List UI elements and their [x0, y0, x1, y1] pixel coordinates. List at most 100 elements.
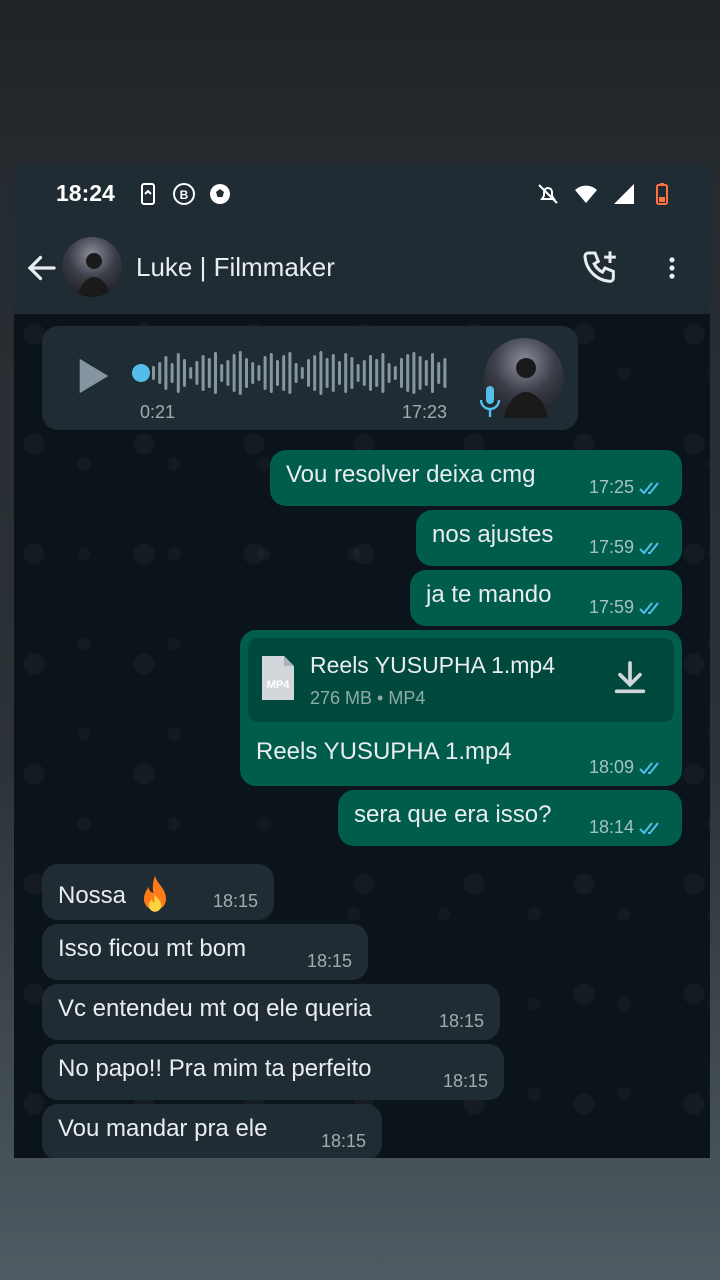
phone-screen: 18:24 B Luke | Filmmaker 0:21 17:23 Vou …: [14, 166, 710, 1158]
waveform-bar: [300, 367, 304, 379]
waveform-bar: [238, 351, 242, 395]
message-bubble-incoming[interactable]: Isso ficou mt bom 18:15: [42, 924, 368, 980]
message-bubble-incoming[interactable]: Vc entendeu mt oq ele queria 18:15: [42, 984, 500, 1040]
waveform-bar: [164, 356, 168, 390]
message-meta: 18:15: [321, 1131, 366, 1152]
business-app-icon: B: [173, 183, 195, 205]
waveform-bar: [158, 362, 162, 384]
message-text: nos ajustes: [432, 520, 554, 548]
message-text: Vc entendeu mt oq ele queria: [58, 994, 372, 1022]
message-meta: 17:59: [589, 597, 666, 618]
message-time: 18:15: [320, 1131, 366, 1151]
double-check-icon: [639, 541, 659, 554]
status-bar: 18:24 B: [14, 166, 710, 222]
message-time: 17:59: [588, 537, 634, 557]
message-text: Nossa: [58, 882, 127, 909]
arrow-left-icon[interactable]: [24, 250, 60, 286]
message-text: ja te mando: [426, 580, 552, 608]
double-check-icon: [639, 481, 659, 494]
waveform-bar: [282, 355, 286, 391]
waveform-bar: [189, 367, 193, 379]
video-file-icon: MP4: [262, 656, 294, 700]
waveform-bar: [251, 362, 255, 384]
file-attachment-card[interactable]: MP4 Reels YUSUPHA 1.mp4 276 MB • MP4: [248, 638, 674, 722]
more-vertical-icon[interactable]: [658, 250, 686, 286]
message-meta: 17:59: [589, 537, 666, 558]
waveform-bar: [195, 361, 199, 385]
waveform-bar: [276, 360, 279, 386]
waveform-bar: [431, 353, 434, 393]
waveform-bar: [257, 365, 261, 381]
waveform-bar: [232, 354, 236, 392]
double-check-icon: [639, 821, 659, 834]
waveform-bar: [294, 363, 298, 383]
waveform-bar: [152, 366, 155, 380]
message-bubble-outgoing[interactable]: sera que era isso? 18:14: [338, 790, 682, 846]
waveform-bar: [170, 363, 174, 383]
waveform-bar: [418, 356, 422, 390]
message-text: Isso ficou mt bom: [58, 934, 247, 962]
waveform-bar: [176, 353, 180, 393]
download-icon[interactable]: [610, 658, 650, 698]
system-icons: [536, 182, 674, 206]
message-time: 17:25: [588, 477, 634, 497]
message-time: 18:09: [588, 757, 634, 777]
file-info: 276 MB • MP4: [310, 688, 426, 708]
waveform-bar: [331, 354, 335, 392]
waveform-bar: [400, 358, 403, 388]
file-message[interactable]: MP4 Reels YUSUPHA 1.mp4 276 MB • MP4 Ree…: [240, 630, 682, 786]
waveform-bar: [214, 352, 217, 394]
file-caption: Reels YUSUPHA 1.mp4: [256, 738, 512, 765]
waveform-bar: [319, 351, 323, 395]
message-bubble-incoming[interactable]: No papo!! Pra mim ta perfeito 18:15: [42, 1044, 504, 1100]
message-text: Vou resolver deixa cmg: [286, 460, 536, 488]
double-check-icon: [639, 761, 659, 774]
waveform-bar: [437, 362, 441, 384]
waveform-bar: [207, 358, 211, 388]
play-icon[interactable]: [76, 356, 112, 396]
message-time: 18:15: [438, 1011, 484, 1031]
waveform-bar: [288, 352, 292, 394]
message-bubble-outgoing[interactable]: Vou resolver deixa cmg 17:25: [270, 450, 682, 506]
message-time: 18:15: [212, 891, 258, 911]
battery-low-icon: [656, 183, 668, 205]
message-text: No papo!! Pra mim ta perfeito: [58, 1054, 372, 1082]
audio-scrubber-handle[interactable]: [132, 364, 150, 382]
message-bubble-outgoing[interactable]: ja te mando 17:59: [410, 570, 682, 626]
message-meta: 18:15: [213, 891, 258, 912]
contact-avatar[interactable]: [62, 237, 122, 297]
voice-duration: 0:21: [140, 402, 176, 422]
voice-time: 17:23: [402, 402, 448, 422]
message-bubble-incoming[interactable]: Vou mandar pra ele 18:15: [42, 1104, 382, 1158]
message-text: sera que era isso?: [354, 800, 552, 828]
wifi-icon: [575, 185, 597, 203]
message-meta: 18:15: [443, 1071, 488, 1092]
waveform-bar: [356, 364, 360, 382]
screenshot-notification-icon: [141, 183, 155, 205]
message-time: 17:59: [588, 597, 634, 617]
message-meta: 18:09: [589, 757, 666, 778]
voice-message[interactable]: 0:21 17:23: [42, 326, 578, 430]
waveform-bar: [350, 357, 354, 389]
audio-waveform[interactable]: [152, 348, 452, 398]
phone-plus-icon[interactable]: [580, 248, 620, 288]
waveform-bar: [443, 358, 447, 388]
waveform-bar: [220, 364, 224, 382]
waveform-bar: [344, 353, 348, 393]
waveform-bar: [269, 353, 273, 393]
waveform-bar: [375, 359, 379, 387]
double-check-icon: [639, 601, 659, 614]
message-time: 18:14: [588, 817, 634, 837]
message-meta: 18:15: [307, 951, 352, 972]
waveform-bar: [387, 363, 391, 383]
message-bubble-incoming[interactable]: Nossa 18:15: [42, 864, 274, 920]
waveform-bar: [362, 360, 366, 386]
message-bubble-outgoing[interactable]: nos ajustes 17:59: [416, 510, 682, 566]
fire-emoji-icon: [143, 875, 166, 912]
notification-icons: B: [136, 182, 232, 206]
contact-name[interactable]: Luke | Filmmaker: [136, 252, 335, 283]
file-type-badge: MP4: [267, 679, 291, 691]
chat-area[interactable]: 0:21 17:23 Vou resolver deixa cmg 17:25 …: [14, 314, 710, 1158]
waveform-bar: [369, 355, 372, 391]
message-text: Vou mandar pra ele: [58, 1114, 268, 1142]
